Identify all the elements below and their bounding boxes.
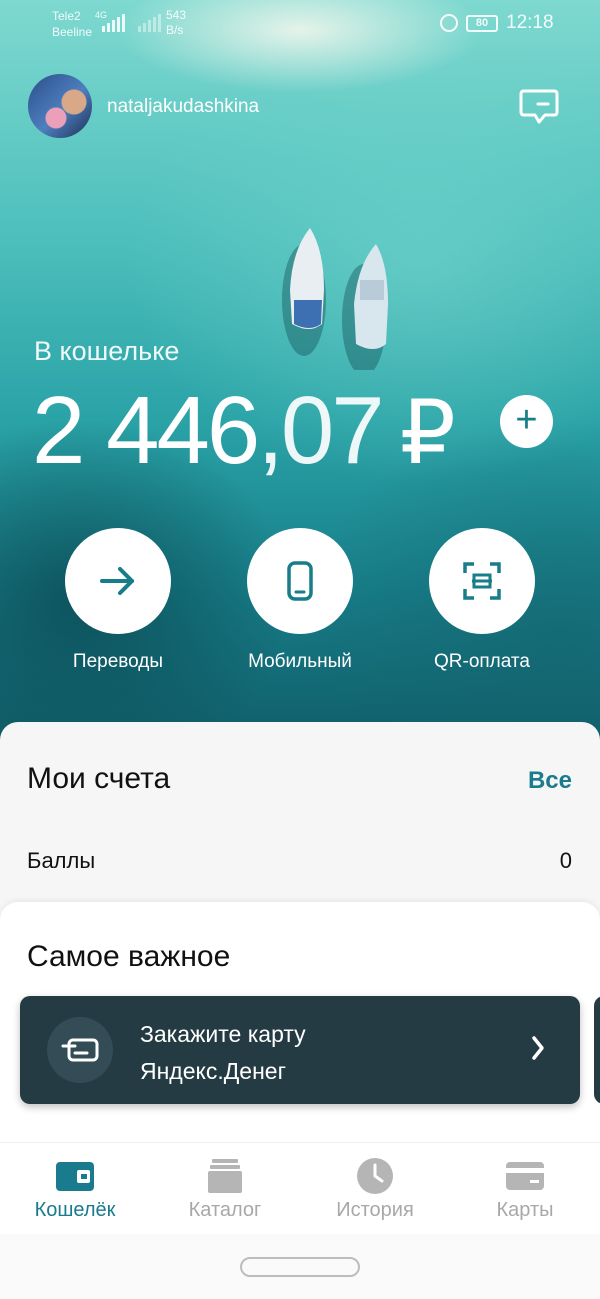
qr-circle[interactable] bbox=[429, 528, 535, 634]
boats-illustration bbox=[282, 228, 388, 370]
system-nav-bar bbox=[0, 1234, 600, 1299]
tab-catalog-label: Каталог bbox=[188, 1199, 262, 1221]
arrow-right-icon bbox=[100, 567, 134, 595]
card-icon bbox=[506, 1162, 544, 1190]
transfers-button[interactable]: Переводы bbox=[48, 528, 188, 673]
points-value: 0 bbox=[559, 848, 572, 873]
promo-line-2: Яндекс.Денег bbox=[140, 1058, 286, 1084]
qr-scan-icon bbox=[463, 562, 501, 600]
status-time: 12:18 bbox=[506, 12, 554, 33]
wallet-icon bbox=[56, 1162, 94, 1191]
card-promo-icon bbox=[47, 1017, 113, 1083]
wallet-label: В кошельке bbox=[34, 336, 180, 366]
transfers-circle[interactable] bbox=[65, 528, 171, 634]
important-title: Самое важное bbox=[27, 940, 231, 973]
avatar[interactable] bbox=[28, 74, 92, 138]
carrier-1: Tele2 bbox=[52, 9, 81, 23]
accounts-title: Мои счета bbox=[27, 762, 171, 795]
home-gesture-bar[interactable] bbox=[240, 1257, 360, 1277]
alarm-icon bbox=[440, 14, 458, 32]
carrier-2: Beeline bbox=[52, 25, 93, 39]
signal-icon bbox=[102, 12, 125, 32]
chevron-right-icon bbox=[532, 1036, 544, 1060]
clock-icon bbox=[357, 1158, 393, 1194]
tab-wallet-label: Кошелёк bbox=[34, 1199, 116, 1221]
qr-payment-label: QR-оплата bbox=[434, 651, 530, 672]
wallet-balance: 2 446,07 ₽ bbox=[32, 376, 456, 486]
tab-wallet[interactable]: Кошелёк bbox=[0, 1143, 150, 1235]
order-card-promo[interactable]: Закажите карту Яндекс.Денег bbox=[20, 996, 580, 1104]
mobile-label: Мобильный bbox=[248, 651, 352, 672]
all-accounts-link[interactable]: Все bbox=[528, 767, 572, 795]
battery-icon: 80 bbox=[466, 15, 498, 32]
chat-icon[interactable] bbox=[518, 88, 560, 126]
mobile-circle[interactable] bbox=[247, 528, 353, 634]
balance-decimal: ,07 bbox=[257, 377, 384, 484]
points-label[interactable]: Баллы bbox=[27, 848, 95, 874]
status-bar: Tele2 Beeline 4G 543 B/s 80 12:18 bbox=[0, 0, 600, 46]
promo-text: Закажите карту Яндекс.Денег bbox=[140, 1016, 306, 1090]
tab-cards-label: Карты bbox=[496, 1199, 554, 1221]
phone-icon bbox=[287, 561, 313, 601]
signal-icon-2 bbox=[138, 12, 161, 32]
transfers-label: Переводы bbox=[72, 651, 164, 672]
mobile-button[interactable]: Мобильный bbox=[230, 528, 370, 673]
qr-payment-button[interactable]: QR-оплата bbox=[412, 528, 552, 673]
carrier-names: Tele2 Beeline bbox=[52, 8, 92, 40]
wallet-hero: Tele2 Beeline 4G 543 B/s 80 12:18 natalj… bbox=[0, 0, 600, 760]
username[interactable]: nataljakudashkina bbox=[107, 96, 259, 118]
speed-unit: B/s bbox=[166, 23, 184, 37]
tab-history[interactable]: История bbox=[300, 1143, 450, 1235]
tab-cards[interactable]: Карты bbox=[450, 1143, 600, 1235]
catalog-icon bbox=[208, 1159, 242, 1193]
promo-line-1: Закажите карту bbox=[140, 1021, 306, 1047]
bottom-tab-bar: Кошелёк Каталог История Карты bbox=[0, 1142, 600, 1234]
tab-history-label: История bbox=[336, 1199, 414, 1221]
top-up-button[interactable]: + bbox=[500, 395, 553, 448]
next-promo-card[interactable] bbox=[594, 996, 600, 1104]
tab-catalog[interactable]: Каталог bbox=[150, 1143, 300, 1235]
currency-symbol: ₽ bbox=[399, 383, 456, 482]
balance-integer: 2 446 bbox=[32, 377, 260, 484]
network-speed: 543 B/s bbox=[166, 8, 186, 38]
speed-value: 543 bbox=[166, 8, 187, 22]
